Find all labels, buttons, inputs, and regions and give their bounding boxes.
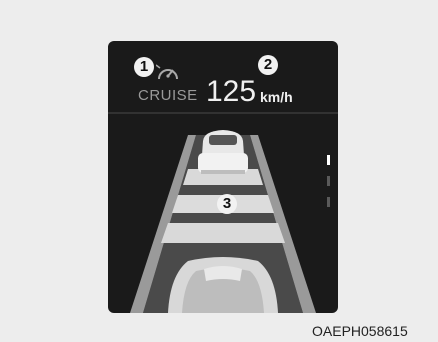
cruise-control-speedometer-icon: [156, 64, 178, 80]
cluster-display: CRUISE 125 km/h 1 2 3: [108, 41, 338, 313]
level-bar-active: [327, 155, 330, 165]
callout-3-badge: 3: [217, 194, 237, 214]
figure-code: OAEPH058615: [312, 323, 408, 339]
set-speed-value: 125: [206, 75, 257, 108]
distance-bar: [161, 223, 285, 243]
distance-level-indicator: [327, 155, 330, 207]
speed-unit: km/h: [260, 89, 293, 105]
own-vehicle-icon: [168, 257, 278, 313]
cruise-label: CRUISE: [138, 87, 198, 104]
level-bar: [327, 176, 330, 186]
front-vehicle-icon: [198, 130, 248, 174]
callout-1-badge: 1: [134, 57, 154, 77]
level-bar: [327, 197, 330, 207]
callout-2-badge: 2: [258, 55, 278, 75]
